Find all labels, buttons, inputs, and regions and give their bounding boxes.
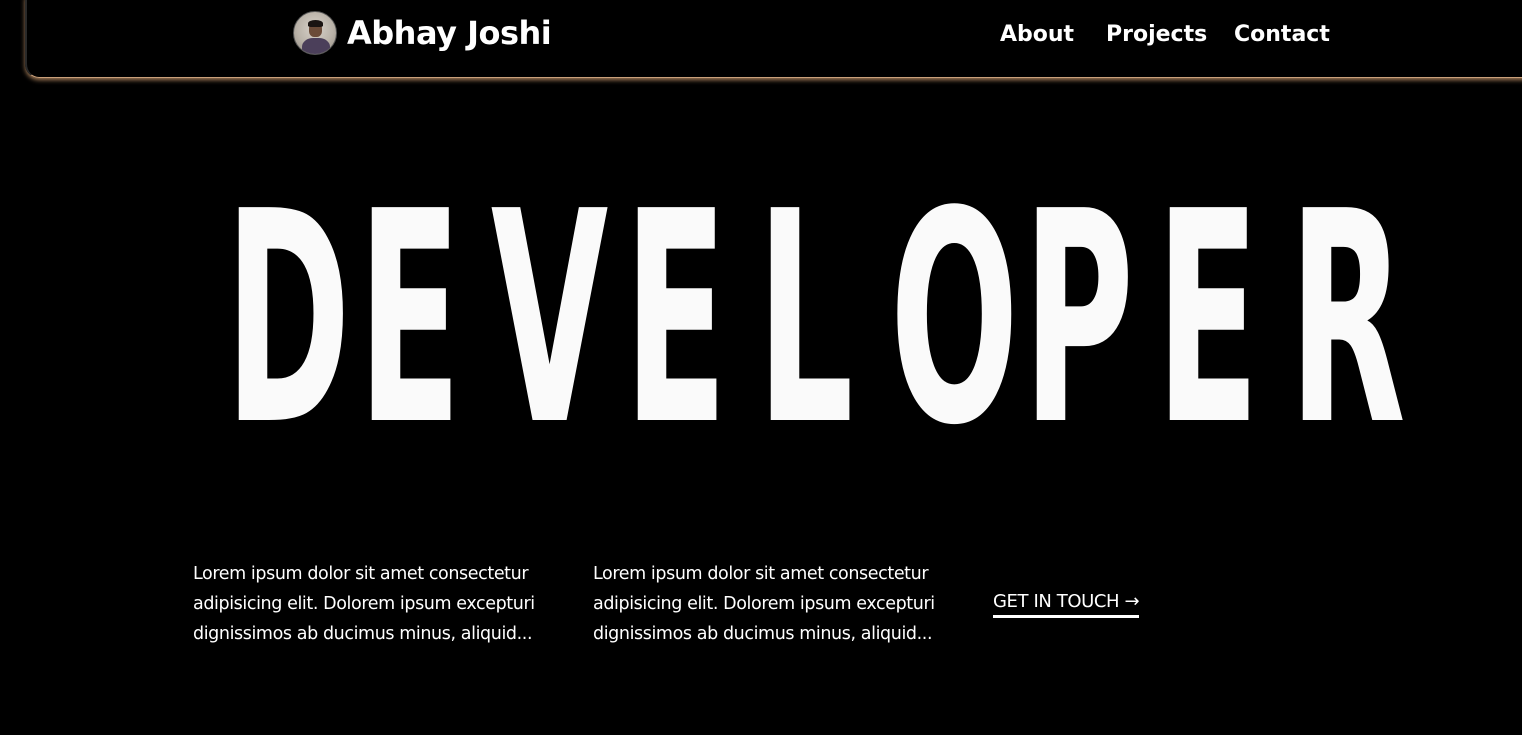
- hero-letter: E: [1155, 148, 1260, 489]
- nav-link-projects[interactable]: Projects: [1106, 22, 1207, 47]
- nav-link-contact[interactable]: Contact: [1234, 22, 1330, 47]
- hero-letter: E: [623, 148, 728, 489]
- brand[interactable]: Abhay Joshi: [293, 10, 552, 56]
- get-in-touch-link[interactable]: GET IN TOUCH →: [993, 589, 1140, 618]
- hero-letter: E: [357, 148, 462, 489]
- hero-letter: R: [1288, 148, 1406, 489]
- intro-paragraph-1: Lorem ipsum dolor sit amet consectetur a…: [193, 564, 535, 644]
- brand-name[interactable]: Abhay Joshi: [347, 14, 552, 52]
- hero-letter: D: [224, 148, 351, 489]
- hero-letter: O: [889, 148, 1019, 489]
- nav-link-about[interactable]: About: [1000, 22, 1074, 47]
- page: Abhay Joshi About Projects Contact D E V…: [0, 0, 1522, 735]
- avatar: [293, 11, 337, 55]
- hero-letter: P: [1022, 148, 1135, 489]
- hero-letter: V: [490, 148, 609, 489]
- intro-paragraph-2: Lorem ipsum dolor sit amet consectetur a…: [593, 564, 935, 644]
- hero-title: D E V E L O P E R: [196, 173, 1406, 465]
- hero-letter: L: [756, 148, 854, 489]
